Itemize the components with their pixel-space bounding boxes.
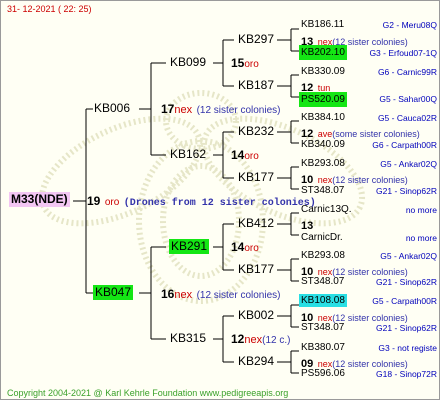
gen3-node-label[interactable]: KB002 (238, 309, 274, 322)
gen3-node-label[interactable]: KB177 (238, 263, 274, 276)
gen1-note: (12 sister colonies) (196, 290, 281, 301)
gen2-node-label[interactable]: KB099 (170, 56, 206, 69)
gen2-number: 12 (231, 332, 245, 346)
gen3-node-label[interactable]: KB294 (238, 355, 274, 368)
gen1-node-label[interactable]: KB047 (93, 285, 134, 300)
gen1-node-label[interactable]: KB006 (94, 102, 130, 115)
gen1-node-info: 16nex (12 sister colonies) (161, 287, 280, 302)
gen4-leaf-meta: G21 - Sinop62R (376, 277, 437, 287)
gen4-leaf-meta: G3 - not registe (378, 343, 437, 353)
gen4-leaf-meta: G6 - Carnic99R (377, 67, 437, 77)
gen2-node-label[interactable]: KB162 (170, 148, 206, 161)
gen1-note: (12 sister colonies) (196, 105, 281, 116)
gen4-leaf-meta: G5 - Ankar02Q (380, 251, 437, 261)
root-info: 19 oro (Drones from 12 sister colonies) (87, 194, 316, 210)
gen4-leaf-meta: G21 - Sinop62R (376, 186, 437, 196)
gen2-number: 14 (231, 240, 245, 254)
footer-copyright: Copyright 2004-2021 @ Karl Kehrle Founda… (7, 388, 289, 398)
gen2-race: oro (244, 243, 259, 254)
gen3-note: (some sister colonies) (332, 129, 420, 139)
root-race: oro (104, 197, 120, 208)
gen2-number: 14 (231, 148, 245, 162)
gen2-race: oro (244, 59, 259, 70)
gen4-leaf-meta: G18 - Sinop72R (376, 369, 437, 379)
gen4-leaf-meta: G3 - Erfoud07-1Q (369, 48, 437, 58)
gen4-leaf-meta: G5 - Sahar00Q (379, 94, 437, 104)
gen2-number: 15 (231, 56, 245, 70)
gen1-race: nex (174, 104, 193, 116)
report-date: 31- 12-2021 ( 22: 25) (7, 4, 92, 14)
gen3-node-label[interactable]: KB232 (238, 125, 274, 138)
gen1-node-info: 17nex (12 sister colonies) (161, 102, 280, 117)
root-queen-label[interactable]: M33(NDE) (9, 192, 70, 207)
gen2-node-info: 14oro (231, 240, 259, 255)
gen2-node-label[interactable]: KB315 (170, 332, 206, 345)
gen4-leaf-meta: G5 - Ankar02Q (380, 159, 437, 169)
gen3-node-label[interactable]: KB177 (238, 171, 274, 184)
root-number: 19 (87, 194, 101, 208)
gen2-node-info: 12nex(12 c.) (231, 332, 290, 347)
gen2-race: oro (244, 151, 259, 162)
gen2-node-info: 14oro (231, 148, 259, 163)
gen4-leaf-meta: G21 - Sinop62R (376, 323, 437, 333)
pedigree-chart: 31- 12-2021 ( 22: 25) M33(NDE) 19 oro (D… (0, 0, 440, 400)
gen4-leaf-meta: G6 - Carpath00R (372, 140, 437, 150)
gen3-node-label[interactable]: KB412 (238, 217, 274, 230)
gen2-race: nex (244, 334, 263, 346)
gen3-node-label[interactable]: KB187 (238, 79, 274, 92)
gen4-leaf-meta: G2 - Meru08Q (382, 20, 437, 30)
gen1-number: 17 (161, 102, 175, 116)
gen1-race: nex (174, 289, 193, 301)
gen4-leaf-meta: no more (405, 205, 437, 215)
gen2-node-info: 15oro (231, 56, 259, 71)
gen2-note: (12 c.) (262, 335, 291, 346)
gen4-leaf-meta: no more (405, 233, 437, 243)
gen4-leaf-meta: G5 - Cauca02R (377, 113, 437, 123)
gen3-node-label[interactable]: KB297 (238, 33, 274, 46)
gen1-number: 16 (161, 287, 175, 301)
root-note: (Drones from 12 sister colonies) (123, 198, 316, 209)
gen4-leaf-meta: G5 - Carpath00R (372, 296, 437, 306)
gen2-node-label[interactable]: KB291 (169, 239, 210, 254)
